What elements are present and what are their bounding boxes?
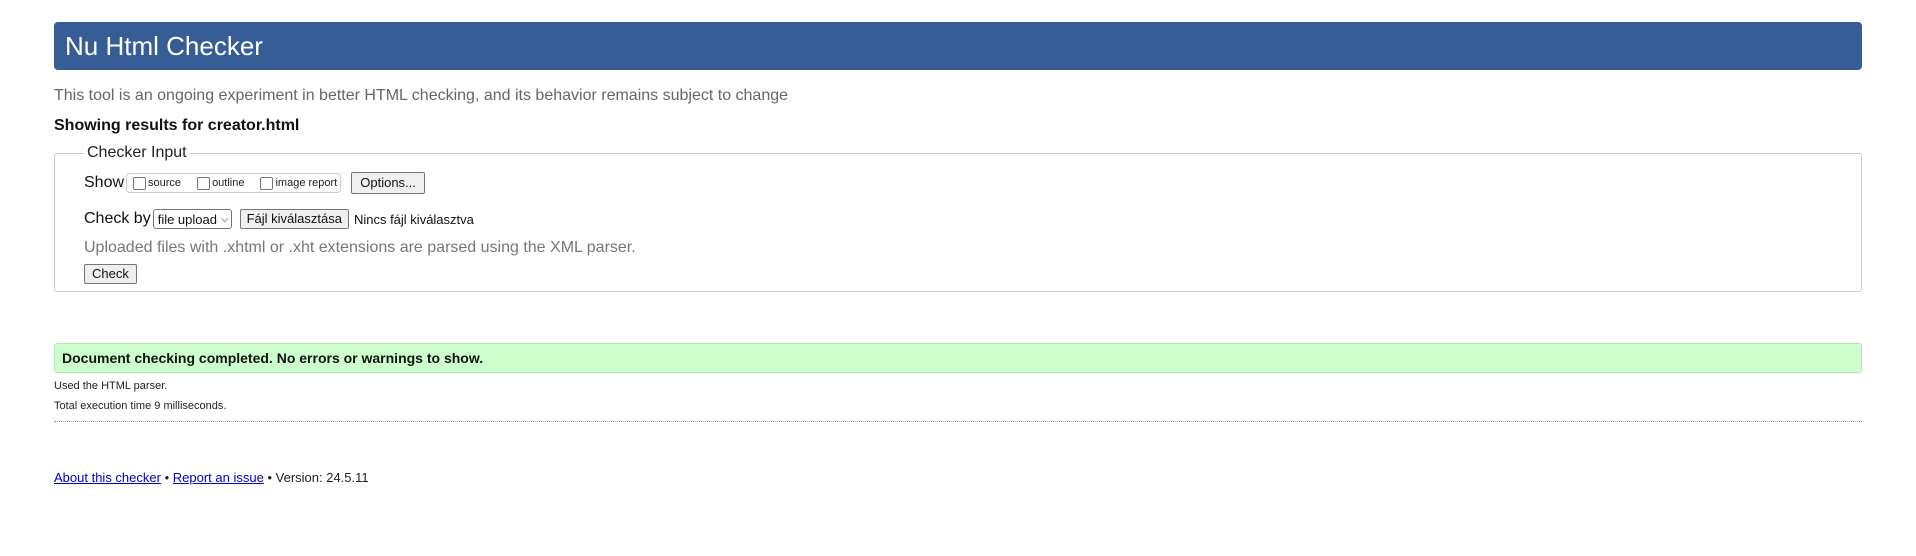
header-bar: Nu Html Checker <box>54 22 1862 70</box>
check-by-select[interactable]: file upload ⌵ <box>152 209 232 229</box>
image-report-checkbox[interactable] <box>260 176 274 190</box>
execution-time: Total execution time 9 milliseconds. <box>54 400 227 412</box>
footer-separator: • <box>164 470 170 485</box>
show-row: Show source outline image report Options… <box>84 172 1832 194</box>
show-label: Show <box>84 174 125 191</box>
source-checkbox[interactable] <box>133 176 147 190</box>
report-issue-link[interactable]: Report an issue <box>173 470 264 485</box>
options-button[interactable]: Options... <box>351 172 425 194</box>
show-options-group: source outline image report <box>126 173 342 193</box>
about-checker-link[interactable]: About this checker <box>54 470 161 485</box>
version-text: Version: 24.5.11 <box>275 470 369 485</box>
source-checkbox-label[interactable]: source <box>148 177 181 189</box>
parser-info: Used the HTML parser. <box>54 380 168 392</box>
results-heading: Showing results for creator.html <box>54 117 300 134</box>
xml-parser-hint: Uploaded files with .xhtml or .xht exten… <box>84 239 636 256</box>
intro-text: This tool is an ongoing experiment in be… <box>54 87 789 104</box>
outline-checkbox-label[interactable]: outline <box>212 177 244 189</box>
divider <box>54 421 1862 422</box>
check-by-row: Check by file upload ⌵ Fájl kiválasztása… <box>84 209 1832 229</box>
checker-input-fieldset: Checker Input Show source outline image … <box>54 144 1862 292</box>
checker-input-legend: Checker Input <box>87 144 187 161</box>
check-button[interactable]: Check <box>84 264 137 284</box>
footer: About this checker • Report an issue • V… <box>54 470 1862 485</box>
success-message: Document checking completed. No errors o… <box>54 343 1862 373</box>
outline-checkbox[interactable] <box>197 176 211 190</box>
file-status-text: Nincs fájl kiválasztva <box>353 211 474 227</box>
choose-file-button[interactable]: Fájl kiválasztása <box>239 209 349 229</box>
check-by-label: Check by <box>84 210 151 227</box>
page-title: Nu Html Checker <box>65 30 263 61</box>
page: Nu Html Checker This tool is an ongoing … <box>54 22 1862 485</box>
check-by-selected-value: file upload <box>157 211 217 227</box>
footer-separator: • <box>267 470 273 485</box>
chevron-down-icon: ⌵ <box>220 213 229 225</box>
image-report-checkbox-label[interactable]: image report <box>275 177 337 189</box>
